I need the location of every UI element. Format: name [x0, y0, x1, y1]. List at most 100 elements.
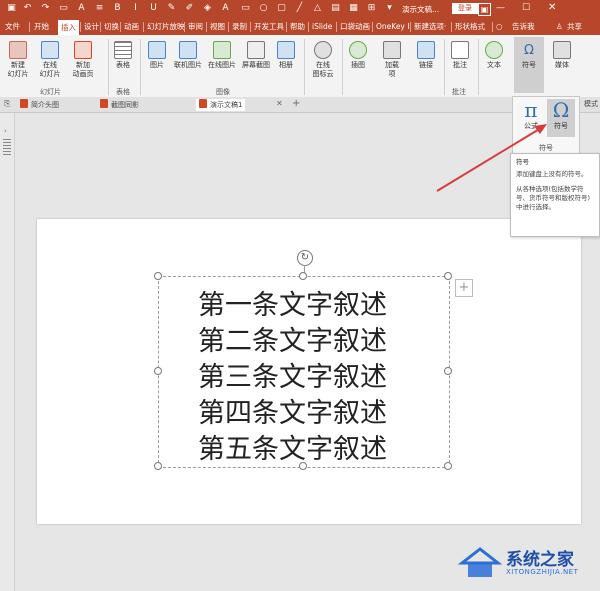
slide-text-line-5[interactable]: 第五条文字叙述 — [198, 427, 438, 466]
underline-icon[interactable]: U — [148, 3, 159, 14]
text-button[interactable]: 文本 — [482, 41, 506, 70]
undo-icon[interactable]: ↶ — [22, 3, 33, 14]
doc-tab-3[interactable]: 演示文稿1 — [196, 99, 246, 111]
resize-handle-top-right[interactable] — [444, 272, 452, 280]
group-divider — [304, 39, 305, 95]
tab-transitions[interactable]: 切换 — [104, 21, 119, 33]
login-button[interactable]: 登录 — [452, 3, 478, 14]
table-button[interactable]: 表格 — [112, 41, 134, 70]
screenshot-button[interactable]: 屏幕截图 — [240, 41, 272, 70]
italic-icon[interactable]: I — [130, 3, 141, 14]
layout-options-icon[interactable]: + — [455, 279, 473, 297]
new-document-icon[interactable]: ⎘ — [4, 99, 10, 109]
line-icon[interactable]: ╱ — [294, 3, 305, 14]
share-icon[interactable]: ♙ — [556, 21, 563, 33]
album-icon — [277, 41, 295, 59]
text-format-icon[interactable]: A — [76, 3, 87, 14]
album-button[interactable]: 相册 — [274, 41, 298, 70]
picture-button[interactable]: 图片 — [146, 41, 168, 70]
slide-text-line-2[interactable]: 第二条文字叙述 — [198, 319, 438, 358]
online-slide-button[interactable]: 在线 幻灯片 — [36, 41, 64, 79]
online-pic2-button[interactable]: 在线图片 — [206, 41, 238, 70]
circle-icon[interactable]: ○ — [258, 3, 269, 14]
new-slide-label: 新建 幻灯片 — [7, 61, 29, 78]
resize-handle-top-left[interactable] — [154, 272, 162, 280]
maximize-icon[interactable]: ☐ — [522, 3, 530, 13]
add-animation-page-button[interactable]: 新加 动画页 — [68, 41, 98, 79]
doc-tab-1[interactable]: 简介头图 — [20, 99, 59, 111]
tab-onekey[interactable]: OneKey I — [376, 21, 409, 33]
pen-icon[interactable]: ✎ — [166, 3, 177, 14]
tab-insert[interactable]: 插入 — [58, 20, 79, 35]
shape-icon[interactable]: ▢ — [276, 3, 287, 14]
tab-view[interactable]: 视图 — [210, 21, 225, 33]
online-slide-label: 在线 幻灯片 — [39, 61, 61, 78]
tab-divider — [336, 22, 337, 32]
thumbnail-pane-collapsed[interactable]: › — [0, 113, 15, 591]
equation-button[interactable]: π 公式 — [517, 99, 545, 137]
tab-file[interactable]: 文件 — [5, 21, 20, 33]
online-pic2-label: 在线图片 — [208, 61, 236, 69]
resize-handle-right[interactable] — [444, 367, 452, 375]
doc-tab-2[interactable]: 截图同影 — [100, 99, 139, 111]
tab-shape-format[interactable]: 形状格式 — [455, 21, 485, 33]
addins-button[interactable]: 加载 项 — [380, 41, 404, 79]
fill-color-icon[interactable]: ◈ — [202, 3, 213, 14]
slide-text-line-4[interactable]: 第四条文字叙述 — [198, 391, 438, 430]
media-button[interactable]: 媒体 — [550, 41, 574, 70]
rectangle-icon[interactable]: ▭ — [240, 3, 251, 14]
resize-handle-bottom-left[interactable] — [154, 462, 162, 470]
tab-pocket-animation[interactable]: 口袋动画 — [340, 21, 370, 33]
slide-text-line-3[interactable]: 第三条文字叙述 — [198, 355, 438, 394]
tab-record[interactable]: 录制 — [232, 21, 247, 33]
minimize-icon[interactable]: — — [496, 3, 505, 13]
table-icon[interactable]: ⊞ — [366, 3, 377, 14]
tab-slideshow[interactable]: 幻灯片放映 — [147, 21, 185, 33]
redo-icon[interactable]: ↷ — [40, 3, 51, 14]
brush-icon[interactable]: ✐ — [184, 3, 195, 14]
tab-design[interactable]: 设计 — [84, 21, 99, 33]
tab-review[interactable]: 审阅 — [188, 21, 203, 33]
close-tab-icon[interactable]: ✕ — [276, 99, 283, 108]
illustration-button[interactable]: 插图 — [346, 41, 370, 70]
start-slideshow-icon[interactable]: ▭ — [58, 3, 69, 14]
tab-animations[interactable]: 动画 — [124, 21, 139, 33]
expand-pane-icon[interactable]: › — [4, 127, 7, 135]
resize-handle-bottom-right[interactable] — [444, 462, 452, 470]
resize-handle-left[interactable] — [154, 367, 162, 375]
add-tab-icon[interactable]: + — [292, 98, 300, 109]
font-color-icon[interactable]: A — [220, 3, 231, 14]
text-box-icon[interactable]: ▤ — [330, 3, 341, 14]
symbol-button[interactable]: Ω 符号 — [547, 99, 575, 137]
lightbulb-icon[interactable]: ○ — [496, 21, 503, 33]
tab-developer[interactable]: 开发工具 — [254, 21, 284, 33]
icon-cloud-icon — [314, 41, 332, 59]
link-button[interactable]: 链接 — [414, 41, 438, 70]
symbol-label: 符号 — [554, 122, 568, 130]
save-icon[interactable]: ▣ — [6, 3, 17, 14]
more-icon[interactable]: ▾ — [384, 3, 395, 14]
tab-help[interactable]: 帮助 — [290, 21, 305, 33]
grid-icon[interactable]: ▦ — [348, 3, 359, 14]
online-picture-button[interactable]: 联机图片 — [172, 41, 204, 70]
triangle-icon[interactable]: △ — [312, 3, 323, 14]
tab-new-options[interactable]: 新建选项· — [414, 21, 446, 33]
ribbon-display-icon[interactable]: ▣ — [478, 3, 491, 16]
link-label: 链接 — [419, 61, 433, 69]
comment-button[interactable]: 批注 — [448, 41, 472, 70]
rotate-handle-icon[interactable]: ↻ — [297, 250, 313, 266]
new-slide-button[interactable]: 新建 幻灯片 — [4, 41, 32, 79]
slide-text-line-1[interactable]: 第一条文字叙述 — [198, 283, 438, 322]
bold-icon[interactable]: B — [112, 3, 123, 14]
online-slide-icon — [41, 41, 59, 59]
share-button[interactable]: 共享 — [567, 21, 582, 33]
online-icons-button[interactable]: 在线 图标云 — [308, 41, 338, 79]
images-group-label: 图像 — [216, 88, 230, 96]
resize-handle-top[interactable] — [299, 272, 307, 280]
tab-islide[interactable]: iSlide — [312, 21, 332, 33]
symbols-button[interactable]: Ω 符号 — [514, 37, 544, 93]
tell-me-search[interactable]: 告诉我 — [512, 21, 535, 33]
paragraph-icon[interactable]: ≡ — [94, 3, 105, 14]
close-icon[interactable]: ✕ — [548, 2, 556, 13]
tab-home[interactable]: 开始 — [34, 21, 49, 33]
